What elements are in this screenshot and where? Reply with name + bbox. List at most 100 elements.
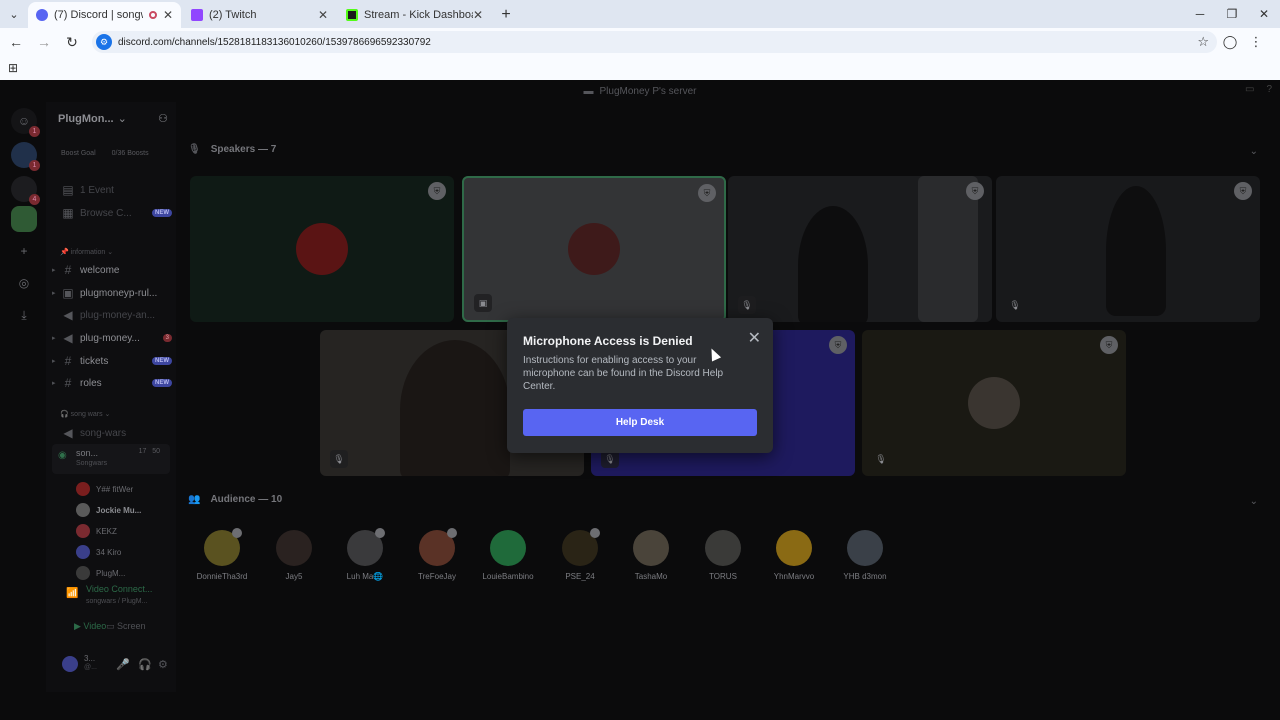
hash-icon: # [64, 263, 72, 277]
moderator-shield-icon: ⛨ [428, 182, 446, 200]
speaker-tile-video[interactable]: ⛨ 🎙 [728, 176, 992, 322]
audience-member[interactable]: TashaMo [621, 530, 681, 581]
reload-icon[interactable]: ↻ [60, 30, 84, 54]
channel-rules[interactable]: ▸ ▣ plugmoneyp-rul... [52, 283, 172, 303]
discover-icon[interactable]: ◎ [11, 270, 37, 296]
browser-tab-discord[interactable]: (7) Discord | songwars | Plu ✕ [28, 2, 181, 28]
category-information[interactable]: 📌 information ⌄ [60, 248, 113, 256]
active-stage-channel[interactable]: ◉ son... Songwars 17 50 [52, 444, 170, 474]
server-title: PlugMoney P's server [599, 85, 697, 97]
browser-tab-twitch[interactable]: (2) Twitch ✕ [183, 2, 336, 28]
tab-search-chevron-icon[interactable]: ⌄ [0, 0, 28, 28]
url-field[interactable]: ⚙ discord.com/channels/15281811831360102… [92, 31, 1217, 53]
close-window-icon[interactable]: ✕ [1248, 0, 1280, 28]
help-desk-button[interactable]: Help Desk [523, 409, 757, 436]
browse-channels-item[interactable]: ▦ Browse C... NEW [52, 203, 172, 223]
voice-user-row[interactable]: Y## fitWer [76, 480, 172, 498]
events-item[interactable]: ▤ 1 Event [52, 180, 172, 200]
discord-favicon-icon [36, 9, 48, 21]
voice-user-row[interactable]: KEKZ [76, 522, 172, 540]
back-icon[interactable]: ← [4, 30, 28, 54]
hash-icon: # [64, 354, 72, 368]
settings-gear-icon[interactable]: ⚙ [158, 658, 168, 671]
avatar [76, 503, 90, 517]
tab-title: Stream - Kick Dashboard [364, 9, 473, 21]
screen-button[interactable]: ▭ Screen [106, 616, 146, 636]
people-icon: 👥 [188, 494, 201, 505]
speaker-tile[interactable]: ⛨ [190, 176, 454, 322]
close-tab-icon[interactable]: ✕ [163, 8, 173, 22]
speaker-tile-active[interactable]: ⛨ ▣ [462, 176, 726, 322]
audience-member[interactable]: Jay5 [264, 530, 324, 581]
apps-grid-icon[interactable]: ⊞ [8, 61, 18, 75]
close-icon[interactable]: ✕ [748, 328, 761, 348]
audience-member[interactable]: TORUS [693, 530, 753, 581]
muted-icon: 🎙 [330, 450, 348, 468]
channel-announcements[interactable]: ◀ plug-money-an... [52, 305, 172, 325]
modal-body: Instructions for enabling access to your… [523, 355, 724, 392]
server-rail: ☺ 1 1 4 + ◎ ⤓ [0, 102, 46, 682]
address-bar: ← → ↻ ⚙ discord.com/channels/15281811831… [0, 28, 1280, 56]
audience-member[interactable]: PSE_24 [550, 528, 610, 581]
speaker-tile[interactable]: ⛨ 🎙 [862, 330, 1126, 476]
help-icon[interactable]: ? [1266, 84, 1272, 95]
avatar [347, 528, 385, 566]
bookmark-star-icon[interactable]: ☆ [1197, 34, 1209, 50]
server-icon-2[interactable]: 4 [11, 176, 40, 205]
screen-share-icon: ▣ [474, 294, 492, 312]
voice-user-row[interactable]: Jockie Mu... [76, 501, 172, 519]
server-icon-1[interactable]: 1 [11, 142, 40, 171]
mic-muted-icon[interactable]: 🎤 [116, 658, 130, 671]
muted-icon: 🎙 [875, 453, 887, 464]
video-feed [1106, 186, 1166, 316]
calendar-icon: ▤ [62, 183, 74, 197]
video-button[interactable]: ▶ Video [74, 616, 106, 636]
voice-user-row[interactable]: 34 Kiro [76, 543, 172, 561]
audience-member[interactable]: LouieBambino [478, 530, 538, 581]
profile-icon[interactable]: ◯ [1217, 34, 1243, 50]
audience-member[interactable]: YhnMarvvo [764, 530, 824, 581]
channel-welcome[interactable]: ▸ # welcome [52, 260, 172, 280]
speaker-avatar [568, 223, 620, 275]
new-tab-button[interactable]: + [493, 2, 519, 28]
headset-icon[interactable]: 🎧 [138, 658, 152, 671]
avatar[interactable] [62, 656, 78, 672]
channel-tickets[interactable]: ▸ # tickets NEW [52, 351, 172, 371]
channel-plug-money[interactable]: ▸ ◀ plug-money... 3 [52, 328, 172, 348]
server-header[interactable]: PlugMon... ⌄ ⚇ [58, 112, 168, 126]
megaphone-icon: ◀ [63, 331, 73, 345]
speaker-avatar [968, 377, 1020, 429]
stage-icon: ▬ [583, 85, 594, 97]
audience-member[interactable]: TreFoeJay [407, 528, 467, 581]
close-tab-icon[interactable]: ✕ [318, 8, 328, 22]
server-icon-plugmoney[interactable] [11, 206, 37, 232]
collapse-audience-icon[interactable]: ⌄ [1250, 496, 1258, 507]
add-server-icon[interactable]: + [11, 238, 37, 264]
audience-header: 👥 Audience — 10 [188, 494, 283, 505]
collapse-speakers-icon[interactable]: ⌄ [1250, 146, 1258, 157]
speakers-header: 🎙 Speakers — 7 [188, 144, 277, 155]
avatar [276, 530, 312, 566]
more-menu-icon[interactable]: ⋮ [1243, 34, 1269, 50]
speaker-tile-video[interactable]: ⛨ 🎙 [996, 176, 1260, 322]
download-icon[interactable]: ⤓ [11, 302, 37, 328]
boost-goal[interactable]: Boost Goal 0/36 Boosts [61, 150, 149, 157]
direct-messages-icon[interactable]: ☺ 1 [11, 108, 40, 137]
audience-member[interactable]: YHB d3mon [835, 530, 895, 581]
tab-title: (7) Discord | songwars | Plu [54, 9, 143, 21]
avatar [204, 528, 242, 566]
channel-song-wars[interactable]: ◀ song-wars [52, 423, 172, 443]
browser-tab-kick[interactable]: Stream - Kick Dashboard ✕ [338, 2, 491, 28]
category-song-wars[interactable]: 🎧 song wars ⌄ [60, 410, 110, 418]
site-info-icon[interactable]: ⚙ [96, 34, 112, 50]
audience-member[interactable]: Luh Ma🌐 [335, 528, 395, 581]
minimize-icon[interactable]: ─ [1184, 0, 1216, 28]
audience-member[interactable]: DonnieTha3rd [192, 528, 252, 581]
channel-roles[interactable]: ▸ # roles NEW [52, 373, 172, 393]
invite-people-icon[interactable]: ⚇ [158, 112, 168, 125]
avatar [562, 528, 600, 566]
close-tab-icon[interactable]: ✕ [473, 8, 483, 22]
inbox-icon[interactable]: ▭ [1245, 84, 1254, 95]
restore-icon[interactable]: ❐ [1216, 0, 1248, 28]
forward-icon[interactable]: → [32, 30, 56, 54]
